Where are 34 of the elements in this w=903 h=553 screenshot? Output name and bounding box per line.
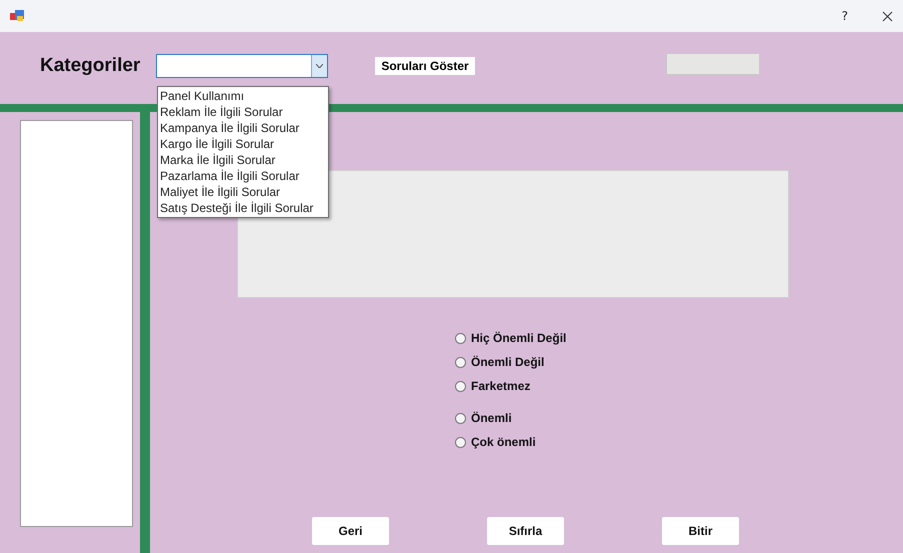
action-button[interactable]: Geri	[312, 517, 389, 545]
close-icon[interactable]	[882, 10, 893, 22]
radio-circle[interactable]	[455, 380, 466, 392]
category-option[interactable]: Reklam İle İlgili Sorular	[158, 104, 328, 120]
app-icon	[10, 10, 24, 22]
answer-radio[interactable]: Önemli Değil	[455, 350, 903, 374]
answer-radio[interactable]: Önemli	[455, 406, 903, 430]
answer-radio[interactable]: Farketmez	[455, 374, 903, 398]
category-option[interactable]: Marka İle İlgili Sorular	[158, 152, 328, 168]
radio-circle[interactable]	[455, 412, 466, 424]
action-button[interactable]: Sıfırla	[487, 517, 564, 545]
category-option[interactable]: Maliyet İle İlgili Sorular	[158, 184, 328, 200]
chevron-down-icon	[316, 64, 324, 68]
category-option[interactable]: Panel Kullanımı	[158, 88, 328, 104]
answer-label: Önemli	[471, 411, 512, 425]
help-button[interactable]: ?	[842, 9, 848, 23]
radio-circle[interactable]	[455, 356, 466, 368]
question-list[interactable]	[20, 120, 133, 527]
answer-label: Hiç Önemli Değil	[471, 331, 566, 345]
category-dropdown[interactable]	[156, 54, 328, 78]
radio-circle[interactable]	[455, 332, 466, 344]
answer-label: Önemli Değil	[471, 355, 544, 369]
show-questions-button[interactable]: Soruları Göster	[375, 57, 475, 75]
answer-radio[interactable]: Hiç Önemli Değil	[455, 326, 903, 350]
answer-label: Farketmez	[471, 379, 530, 393]
answer-label: Çok önemli	[471, 435, 536, 449]
category-option[interactable]: Kampanya İle İlgili Sorular	[158, 120, 328, 136]
action-button[interactable]: Bitir	[662, 517, 739, 545]
answer-radio[interactable]: Çok önemli	[455, 430, 903, 454]
category-option[interactable]: Satış Desteği İle İlgili Sorular	[158, 200, 328, 216]
category-option[interactable]: Kargo İle İlgili Sorular	[158, 136, 328, 152]
category-option[interactable]: Pazarlama İle İlgili Sorular	[158, 168, 328, 184]
category-label: Kategoriler	[40, 55, 140, 77]
radio-circle[interactable]	[455, 436, 466, 448]
